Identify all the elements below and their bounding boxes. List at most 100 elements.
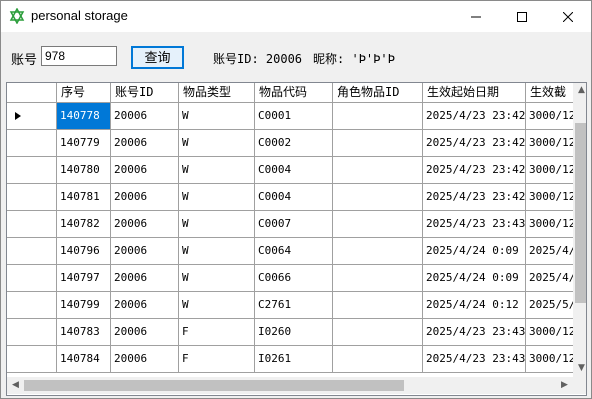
table-cell[interactable]: C0064: [255, 238, 333, 265]
table-cell[interactable]: 140799: [57, 292, 111, 319]
vertical-scroll-thumb[interactable]: [575, 123, 586, 303]
table-cell[interactable]: F: [179, 346, 255, 373]
account-input[interactable]: [41, 46, 117, 66]
table-row[interactable]: 140799 20006 W C2761 2025/4/24 0:12 2025/5/: [7, 292, 586, 319]
table-cell[interactable]: 20006: [111, 346, 179, 373]
close-button[interactable]: [545, 1, 591, 32]
table-cell[interactable]: [333, 130, 423, 157]
table-cell[interactable]: 20006: [111, 103, 179, 130]
table-row[interactable]: 140779 20006 W C0002 2025/4/23 23:42 3000/12: [7, 130, 586, 157]
row-header[interactable]: [7, 265, 57, 292]
column-header[interactable]: 账号ID: [111, 83, 179, 103]
table-cell[interactable]: W: [179, 238, 255, 265]
table-cell[interactable]: W: [179, 265, 255, 292]
table-cell[interactable]: 140783: [57, 319, 111, 346]
table-cell[interactable]: [333, 319, 423, 346]
table-cell[interactable]: 20006: [111, 238, 179, 265]
table-cell[interactable]: 140780: [57, 157, 111, 184]
table-cell[interactable]: 2025/4/23 23:42: [423, 103, 526, 130]
table-cell[interactable]: W: [179, 184, 255, 211]
table-cell[interactable]: C0002: [255, 130, 333, 157]
minimize-button[interactable]: [453, 1, 499, 32]
row-header[interactable]: [7, 238, 57, 265]
row-header[interactable]: [7, 184, 57, 211]
table-cell[interactable]: 2025/4/24 0:09: [423, 238, 526, 265]
table-cell[interactable]: C0007: [255, 211, 333, 238]
table-row[interactable]: 140784 20006 F I0261 2025/4/23 23:43 3000/12: [7, 346, 586, 373]
table-cell[interactable]: 140796: [57, 238, 111, 265]
table-cell[interactable]: [333, 265, 423, 292]
table-cell[interactable]: W: [179, 292, 255, 319]
column-header[interactable]: 生效起始日期: [423, 83, 526, 103]
table-cell[interactable]: [333, 184, 423, 211]
table-row[interactable]: 140782 20006 W C0007 2025/4/23 23:43 3000/12: [7, 211, 586, 238]
table-cell[interactable]: C0004: [255, 157, 333, 184]
row-header[interactable]: [7, 157, 57, 184]
table-cell[interactable]: [333, 346, 423, 373]
column-header[interactable]: 物品代码: [255, 83, 333, 103]
table-cell[interactable]: I0261: [255, 346, 333, 373]
column-header[interactable]: 序号: [57, 83, 111, 103]
table-cell[interactable]: 2025/4/23 23:42: [423, 184, 526, 211]
table-cell[interactable]: 2025/4/24 0:09: [423, 265, 526, 292]
row-header[interactable]: [7, 292, 57, 319]
table-cell[interactable]: W: [179, 130, 255, 157]
table-cell[interactable]: [333, 157, 423, 184]
vertical-scrollbar[interactable]: ▲ ▼: [573, 83, 586, 377]
table-cell[interactable]: 20006: [111, 130, 179, 157]
table-cell[interactable]: 20006: [111, 157, 179, 184]
table-cell[interactable]: C0004: [255, 184, 333, 211]
column-header[interactable]: 物品类型: [179, 83, 255, 103]
horizontal-scroll-thumb[interactable]: [24, 380, 404, 391]
table-cell[interactable]: [333, 292, 423, 319]
table-cell[interactable]: C2761: [255, 292, 333, 319]
table-cell[interactable]: [333, 211, 423, 238]
scroll-down-icon[interactable]: ▼: [573, 363, 586, 373]
table-cell[interactable]: 20006: [111, 265, 179, 292]
table-cell[interactable]: I0260: [255, 319, 333, 346]
scroll-right-icon[interactable]: ▶: [556, 380, 573, 390]
table-cell[interactable]: 140779: [57, 130, 111, 157]
table-cell[interactable]: 140784: [57, 346, 111, 373]
table-row[interactable]: 140783 20006 F I0260 2025/4/23 23:43 3000/12: [7, 319, 586, 346]
data-grid[interactable]: 序号 账号ID 物品类型 物品代码 角色物品ID 生效起始日期 生效截 140778 2000…: [6, 82, 587, 396]
table-cell[interactable]: 2025/4/23 23:43: [423, 346, 526, 373]
table-cell[interactable]: 140797: [57, 265, 111, 292]
table-cell[interactable]: 20006: [111, 211, 179, 238]
title-bar[interactable]: personal storage: [1, 1, 591, 32]
table-cell[interactable]: 140781: [57, 184, 111, 211]
table-cell[interactable]: 2025/4/23 23:43: [423, 319, 526, 346]
table-row[interactable]: 140796 20006 W C0064 2025/4/24 0:09 2025/4/: [7, 238, 586, 265]
table-cell[interactable]: C0066: [255, 265, 333, 292]
table-cell[interactable]: [333, 238, 423, 265]
horizontal-scrollbar[interactable]: ◀ ▶: [7, 377, 573, 394]
scroll-up-icon[interactable]: ▲: [573, 85, 586, 95]
table-row[interactable]: 140778 20006 W C0001 2025/4/23 23:42 3000/12: [7, 103, 586, 130]
table-row[interactable]: 140781 20006 W C0004 2025/4/23 23:42 3000/12: [7, 184, 586, 211]
query-button[interactable]: 查询: [131, 46, 184, 69]
scroll-left-icon[interactable]: ◀: [7, 380, 24, 390]
table-cell[interactable]: 20006: [111, 184, 179, 211]
table-cell[interactable]: F: [179, 319, 255, 346]
table-cell[interactable]: 20006: [111, 292, 179, 319]
maximize-button[interactable]: [499, 1, 545, 32]
table-cell[interactable]: 2025/4/24 0:12: [423, 292, 526, 319]
table-row[interactable]: 140797 20006 W C0066 2025/4/24 0:09 2025/4/: [7, 265, 586, 292]
column-header[interactable]: 角色物品ID: [333, 83, 423, 103]
row-header[interactable]: [7, 346, 57, 373]
table-cell[interactable]: 140778: [57, 103, 111, 130]
table-cell[interactable]: W: [179, 103, 255, 130]
row-header[interactable]: [7, 103, 57, 130]
row-header[interactable]: [7, 319, 57, 346]
table-cell[interactable]: 2025/4/23 23:42: [423, 157, 526, 184]
table-cell[interactable]: 140782: [57, 211, 111, 238]
table-cell[interactable]: 2025/4/23 23:42: [423, 130, 526, 157]
table-cell[interactable]: C0001: [255, 103, 333, 130]
table-cell[interactable]: [333, 103, 423, 130]
table-cell[interactable]: 20006: [111, 319, 179, 346]
table-cell[interactable]: W: [179, 211, 255, 238]
row-header[interactable]: [7, 130, 57, 157]
row-header[interactable]: [7, 211, 57, 238]
table-row[interactable]: 140780 20006 W C0004 2025/4/23 23:42 3000/12: [7, 157, 586, 184]
table-cell[interactable]: W: [179, 157, 255, 184]
